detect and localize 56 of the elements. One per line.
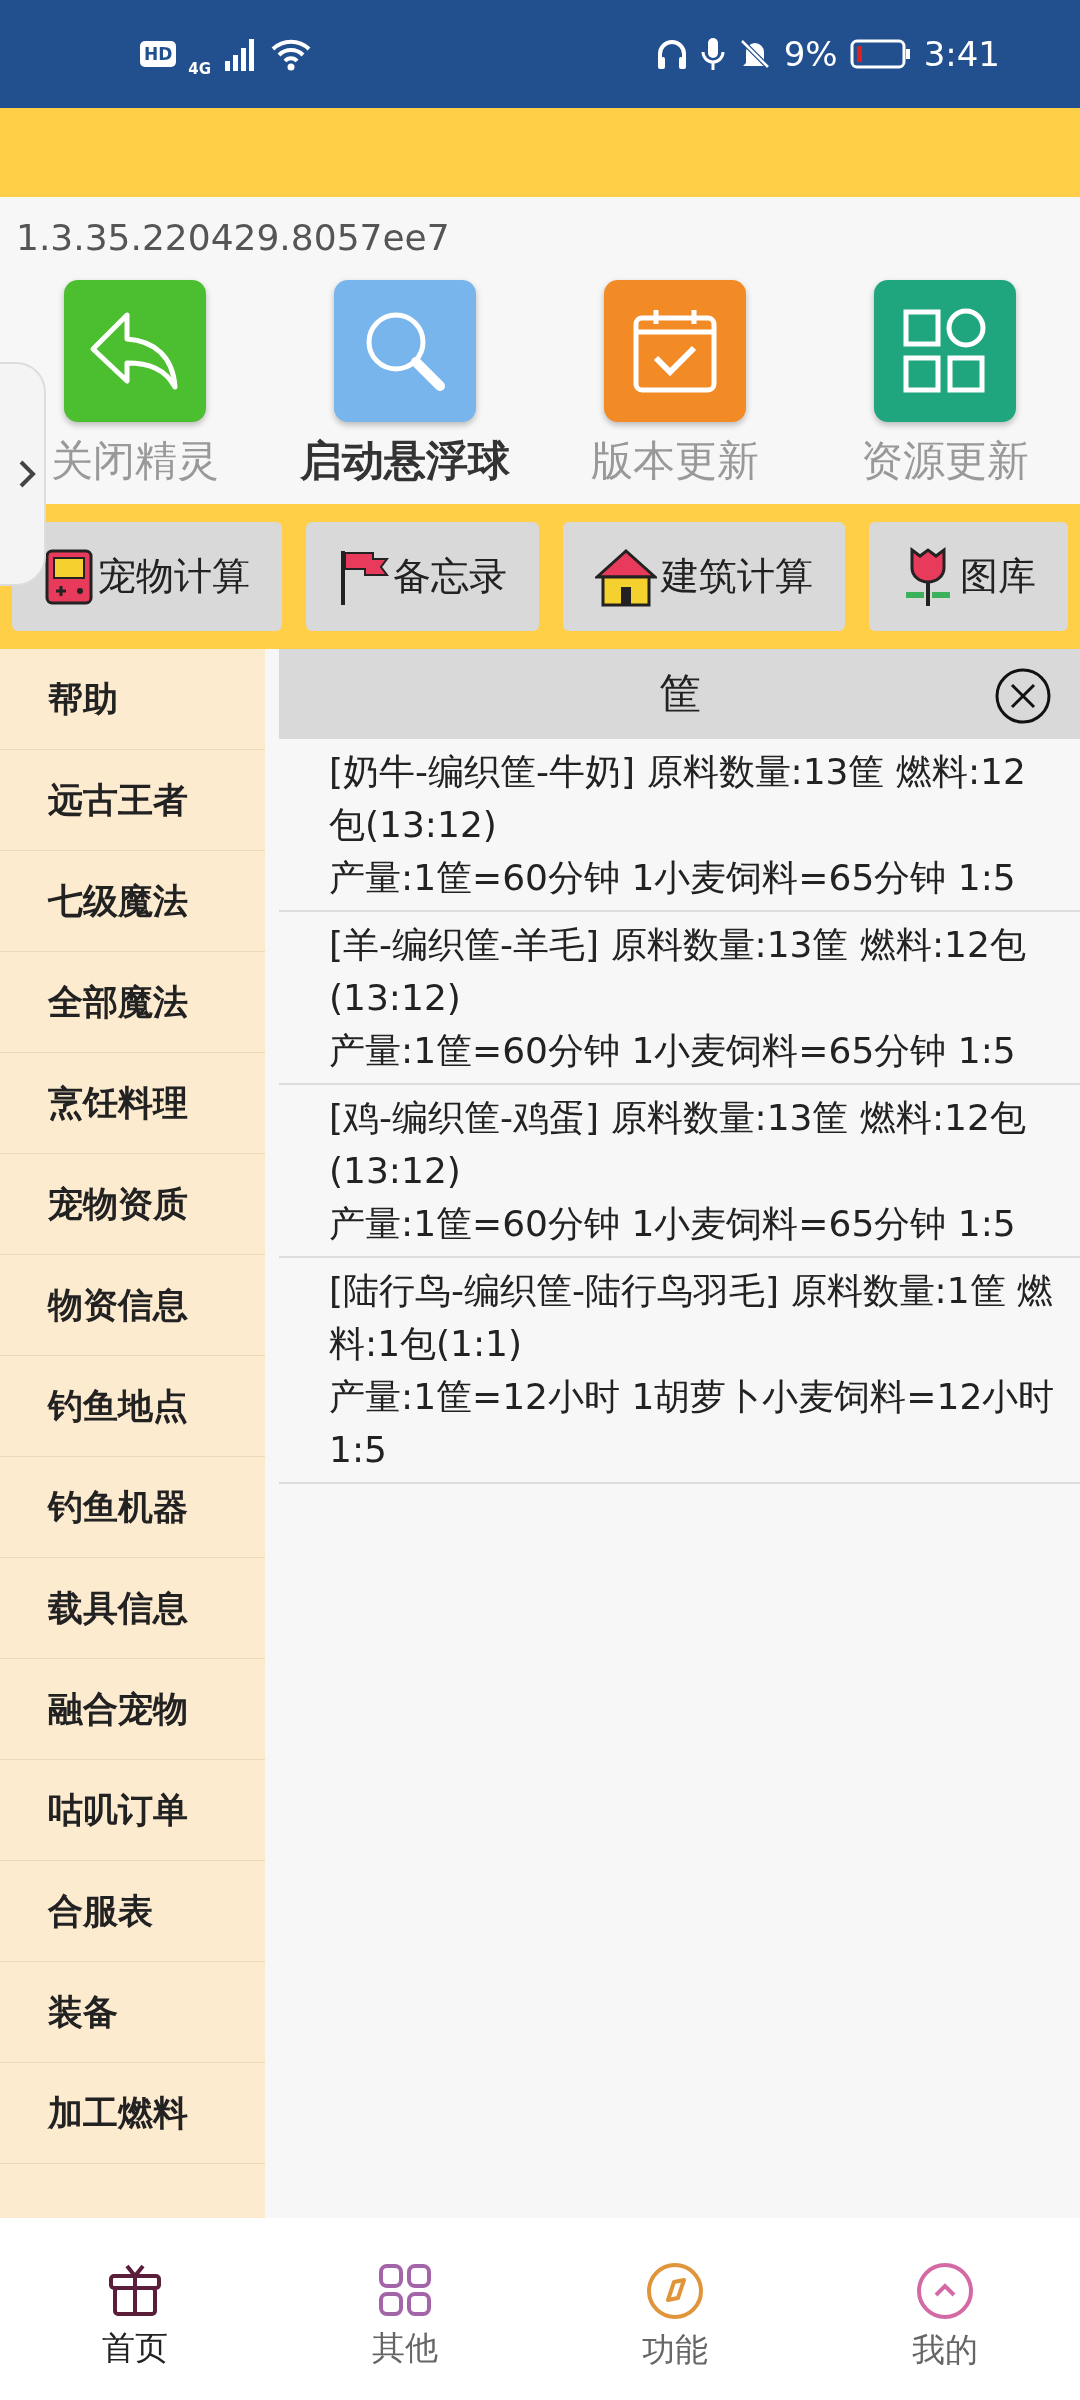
tool-button[interactable]: 宠物计算: [12, 522, 282, 632]
compass-icon: [646, 2262, 704, 2320]
recipe-text: [鸡-编织筐-鸡蛋] 原料数量:13筐 燃料:12包(13:12): [329, 1096, 1027, 1194]
output-text: 产量:1筐=60分钟 1小麦饲料=65分钟 1:5: [329, 1029, 1017, 1074]
sidebar-item[interactable]: 咕叽订单: [48, 1786, 188, 1834]
sidebar-item[interactable]: 融合宠物: [48, 1685, 188, 1733]
sidebar-item[interactable]: 钓鱼地点: [48, 1382, 188, 1430]
sidebar-item[interactable]: 装备: [48, 1988, 118, 2036]
close-icon[interactable]: [994, 667, 1052, 726]
sidebar-item[interactable]: 物资信息: [48, 1281, 188, 1329]
headphones-icon: [655, 37, 688, 71]
sidebar-item[interactable]: 烹饪料理: [48, 1079, 188, 1127]
sidebar-item[interactable]: 全部魔法: [48, 978, 188, 1026]
recipe-text: [羊-编织筐-羊毛] 原料数量:13筐 燃料:12包(13:12): [329, 923, 1027, 1021]
launcher-label[interactable]: 启动悬浮球: [300, 436, 510, 487]
nav-tab[interactable]: 我的: [810, 2218, 1080, 2400]
version-text: 1.3.35.220429.8057ee7: [15, 216, 451, 258]
nav-tab[interactable]: 功能: [540, 2218, 810, 2400]
panel-title: 筐: [658, 668, 701, 721]
nav-tab[interactable]: 首页: [0, 2218, 270, 2400]
battery-icon: [849, 38, 912, 70]
sidebar-item[interactable]: 七级魔法: [48, 877, 188, 925]
chevron-circle-icon: [916, 2262, 974, 2320]
recipe-text: [奶牛-编织筐-牛奶] 原料数量:13筐 燃料:12包(13:12): [329, 750, 1027, 848]
tool-button[interactable]: 备忘录: [305, 522, 539, 632]
app-tile[interactable]: [334, 280, 476, 422]
grid-icon: [377, 2262, 433, 2318]
app-tile[interactable]: [64, 280, 206, 422]
house-icon: [594, 546, 657, 607]
calendar-check-icon: [632, 308, 718, 394]
output-text: 产量:1筐=60分钟 1小麦饲料=65分钟 1:5: [329, 1202, 1017, 1247]
sidebar-item[interactable]: 帮助: [48, 675, 118, 723]
battery-percent: 9%: [783, 34, 838, 74]
clock-time: 3:41: [923, 34, 1000, 74]
microphone-icon: [699, 36, 726, 72]
network-type: 4G: [188, 60, 212, 78]
nav-tab[interactable]: 其他: [270, 2218, 540, 2400]
wifi-icon: [271, 37, 312, 71]
sidebar-item[interactable]: 钓鱼机器: [48, 1483, 188, 1531]
recipe-text: [陆行鸟-编织筐-陆行鸟羽毛] 原料数量:1筐 燃料:1包(1:1): [329, 1269, 1054, 1367]
output-text: 产量:1筐=60分钟 1小麦饲料=65分钟 1:5: [329, 856, 1017, 901]
gift-icon: [107, 2262, 163, 2318]
hd-badge: HD: [140, 41, 177, 67]
app-tile[interactable]: [604, 280, 746, 422]
sidebar-item[interactable]: 加工燃料: [48, 2089, 188, 2137]
tool-button[interactable]: 图库: [868, 522, 1068, 632]
app-tile[interactable]: [874, 280, 1016, 422]
sidebar-item[interactable]: 载具信息: [48, 1584, 188, 1632]
game-console-icon: [43, 548, 94, 605]
sidebar-item[interactable]: 合服表: [48, 1887, 153, 1935]
sidebar-item[interactable]: 远古王者: [48, 776, 188, 824]
sidebar-item[interactable]: 宠物资质: [48, 1180, 188, 1228]
output-text: 产量:1筐=12小时 1胡萝卜小麦饲料=12小时 1:5: [329, 1375, 1056, 1473]
tool-button[interactable]: 建筑计算: [563, 522, 845, 632]
chevron-right-icon[interactable]: [18, 459, 36, 489]
grid-icon: [902, 308, 988, 394]
